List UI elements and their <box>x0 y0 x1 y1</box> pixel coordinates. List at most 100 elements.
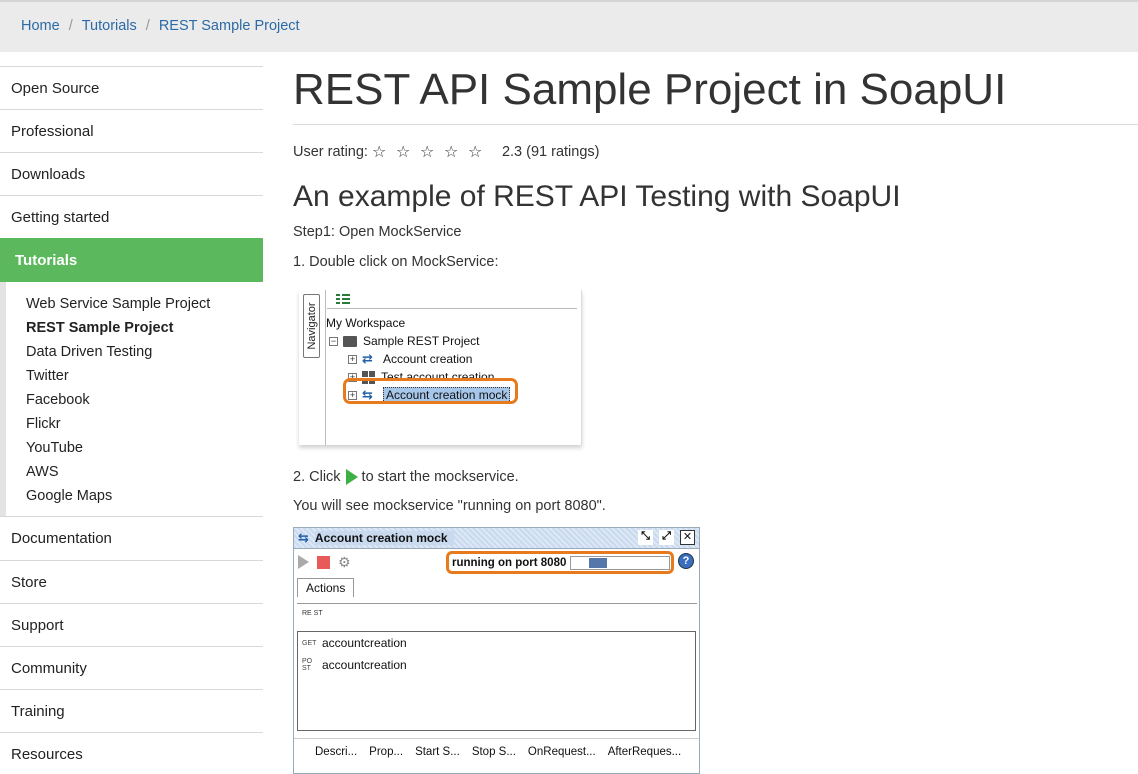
sidebar-item-tutorials[interactable]: Tutorials <box>0 238 263 282</box>
subnav-item-rest-sample[interactable]: REST Sample Project <box>26 316 263 340</box>
step2-rest-label: to start the mockservice. <box>361 469 519 485</box>
tab-properties[interactable]: Prop... <box>369 746 403 758</box>
workspace-label: My Workspace <box>326 316 406 330</box>
navigator-divider <box>327 308 577 309</box>
resource-list: GET accountcreation PO ST accountcreatio… <box>297 631 696 731</box>
subnav-item-facebook[interactable]: Facebook <box>26 388 263 412</box>
tree-item-account-creation[interactable]: + ⇄ Account creation <box>326 350 510 368</box>
actions-area: RE ST GET accountcreation PO ST accountc… <box>297 603 697 733</box>
method-badge: GET <box>302 639 317 647</box>
subnav-item-google-maps[interactable]: Google Maps <box>26 484 263 508</box>
help-icon[interactable]: ? <box>678 553 694 569</box>
sidebar-item-store[interactable]: Store <box>0 560 263 603</box>
subnav-item-web-service[interactable]: Web Service Sample Project <box>26 292 263 316</box>
sidebar-item-documentation[interactable]: Documentation <box>0 517 263 560</box>
progress-bar <box>570 556 670 570</box>
breadcrumb-bar: Home / Tutorials / REST Sample Project <box>0 0 1138 52</box>
subnav-item-twitter[interactable]: Twitter <box>26 364 263 388</box>
breadcrumb: Home / Tutorials / REST Sample Project <box>21 18 300 34</box>
step2-note: You will see mockservice "running on por… <box>293 498 606 514</box>
mock-service-icon: ⇆ <box>298 530 309 545</box>
subnav-item-youtube[interactable]: YouTube <box>26 436 263 460</box>
expand-icon[interactable]: + <box>348 354 357 364</box>
minimize-icon[interactable]: ⤡ <box>638 530 653 545</box>
sidebar-item-support[interactable]: Support <box>0 603 263 646</box>
subnav-item-flickr[interactable]: Flickr <box>26 412 263 436</box>
gear-icon[interactable]: ⚙ <box>338 554 351 571</box>
status-highlight: running on port 8080 <box>446 551 674 574</box>
rating-stars: ☆ ☆ ☆ ☆ ☆ <box>372 142 492 162</box>
star-icon[interactable]: ☆ <box>468 142 492 162</box>
step2-instruction: 2. Click to start the mockservice. <box>293 468 519 486</box>
breadcrumb-home[interactable]: Home <box>21 18 60 34</box>
bottom-tabs: Descri... Prop... Start S... Stop S... O… <box>294 738 699 764</box>
navigator-tab-label: Navigator <box>306 302 318 350</box>
rest-icon: RE ST <box>302 610 323 617</box>
progress-fill <box>589 558 607 568</box>
tree-workspace[interactable]: My Workspace <box>326 314 510 332</box>
start-icon[interactable] <box>298 555 309 569</box>
highlight-ring <box>343 378 518 404</box>
maximize-icon[interactable]: ⤢ <box>659 530 674 545</box>
tab-description[interactable]: Descri... <box>315 746 357 758</box>
resource-path: accountcreation <box>322 658 407 672</box>
list-item[interactable]: GET accountcreation <box>298 632 695 654</box>
tree-item-label: Account creation <box>383 352 473 366</box>
main-content: REST API Sample Project in SoapUI User r… <box>293 62 1138 774</box>
panel-title: Account creation mock <box>314 531 454 545</box>
tab-onrequest-script[interactable]: OnRequest... <box>528 746 596 758</box>
sidebar-item-getting-started[interactable]: Getting started <box>0 195 263 238</box>
sidebar-nav: Open Source Professional Downloads Getti… <box>0 66 263 774</box>
window-buttons: ⤡ ⤢ ✕ <box>638 530 695 545</box>
page-title: REST API Sample Project in SoapUI <box>293 65 1007 114</box>
star-icon[interactable]: ☆ <box>396 142 420 162</box>
project-label: Sample REST Project <box>363 334 480 348</box>
sidebar-item-resources[interactable]: Resources <box>0 732 263 774</box>
step2-click-label: 2. Click <box>293 469 341 485</box>
title-divider <box>293 124 1138 125</box>
stop-icon[interactable] <box>317 555 330 569</box>
mockservice-screenshot: ⇆ Account creation mock ⤡ ⤢ ✕ ⚙ running … <box>293 527 700 774</box>
star-icon[interactable]: ☆ <box>420 142 444 162</box>
breadcrumb-separator: / <box>68 18 73 34</box>
subnav-item-aws[interactable]: AWS <box>26 460 263 484</box>
play-icon <box>345 469 358 485</box>
star-icon[interactable]: ☆ <box>372 142 396 162</box>
list-item[interactable]: PO ST accountcreation <box>298 654 695 676</box>
sidebar-item-open-source[interactable]: Open Source <box>0 66 263 109</box>
tab-afterrequest-script[interactable]: AfterReques... <box>608 746 682 758</box>
user-rating: User rating: ☆ ☆ ☆ ☆ ☆ 2.3 (91 ratings) <box>293 142 599 162</box>
navigator-screenshot: Navigator My Workspace − Sample REST Pro… <box>299 290 582 445</box>
tab-stop-script[interactable]: Stop S... <box>472 746 516 758</box>
status-text: running on port 8080 <box>452 556 567 569</box>
tab-start-script[interactable]: Start S... <box>415 746 460 758</box>
step1-instruction: 1. Double click on MockService: <box>293 254 499 270</box>
navigator-tab: Navigator <box>303 294 320 358</box>
panel-toolbar: ⚙ running on port 8080 ? <box>294 549 699 575</box>
rating-label: User rating: <box>293 144 368 160</box>
breadcrumb-separator: / <box>145 18 150 34</box>
section-heading: An example of REST API Testing with Soap… <box>293 180 901 213</box>
resource-path: accountcreation <box>322 636 407 650</box>
breadcrumb-tutorials[interactable]: Tutorials <box>82 18 137 34</box>
star-icon[interactable]: ☆ <box>444 142 468 162</box>
panel-tabs: Actions <box>294 575 699 597</box>
sidebar-item-community[interactable]: Community <box>0 646 263 689</box>
panel-title-bar: ⇆ Account creation mock ⤡ ⤢ ✕ <box>294 528 699 549</box>
tree-project[interactable]: − Sample REST Project <box>326 332 510 350</box>
sidebar-item-downloads[interactable]: Downloads <box>0 152 263 195</box>
close-icon[interactable]: ✕ <box>680 530 695 545</box>
list-view-icon <box>336 294 350 304</box>
rating-value: 2.3 (91 ratings) <box>501 144 600 160</box>
sidebar-item-professional[interactable]: Professional <box>0 109 263 152</box>
collapse-icon[interactable]: − <box>329 336 338 346</box>
subnav-item-data-driven[interactable]: Data Driven Testing <box>26 340 263 364</box>
rest-service-icon: ⇄ <box>362 351 373 366</box>
method-badge: PO ST <box>302 658 313 672</box>
sidebar-item-training[interactable]: Training <box>0 689 263 732</box>
folder-icon <box>343 335 357 347</box>
tutorials-subnav: Web Service Sample Project REST Sample P… <box>0 282 263 516</box>
tab-actions[interactable]: Actions <box>297 578 355 597</box>
step1-heading: Step1: Open MockService <box>293 224 462 240</box>
breadcrumb-current[interactable]: REST Sample Project <box>159 18 300 34</box>
